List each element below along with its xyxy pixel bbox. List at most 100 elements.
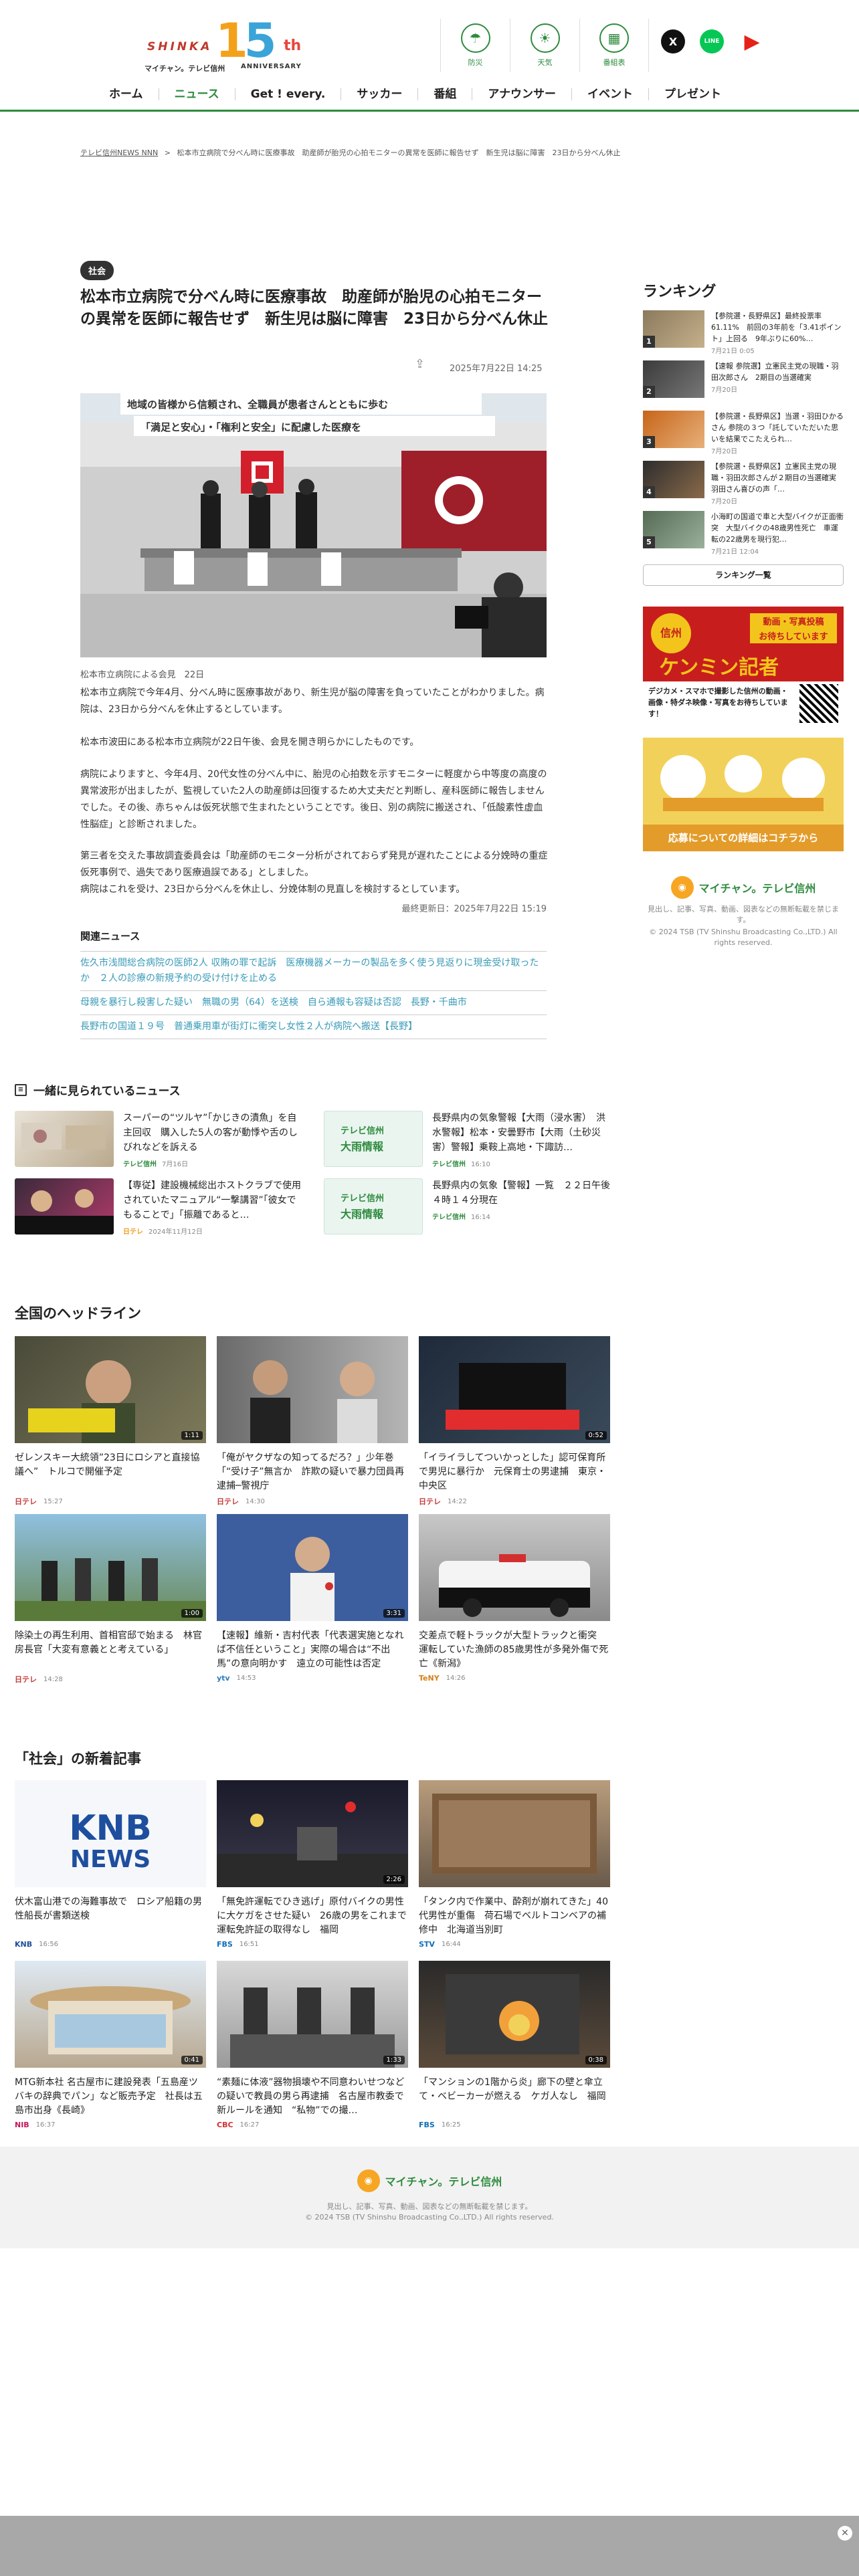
wooden-sign-illustration	[432, 1794, 597, 1874]
kenmin-kisha-banner[interactable]: 信州 動画・写真投稿 お待ちしています ケンミン記者 デジカメ・スマホで撮影した…	[643, 607, 844, 726]
social-card[interactable]: 0:38 「マンションの1階から炎」廊下の壁と傘立て・ベビーカーが燃える ケガ人…	[419, 1961, 610, 2129]
social-card[interactable]: 2:26 「無免許運転でひき逃げ」原付バイクの男性に大ケガをさせた疑い 26歳の…	[217, 1780, 408, 1949]
close-icon[interactable]: ✕	[838, 2526, 852, 2541]
ranking-text: 【参院選・長野県区】最終投票率61.11% 前回の3年前を「3.41ポイント」上…	[711, 310, 844, 357]
nav-news[interactable]: ニュース	[158, 88, 235, 100]
news-time: 16:10	[471, 1161, 490, 1168]
header-link-schedule[interactable]: ▦ 番組表	[579, 19, 649, 72]
header-link-label: 番組表	[603, 58, 626, 67]
news-thumbnail: 0:38	[419, 1961, 610, 2068]
header-link-weather[interactable]: ☀ 天気	[510, 19, 579, 72]
nav-get-every[interactable]: Get ! every.	[234, 88, 341, 100]
related-link[interactable]: 母親を暴行し殺害した疑い 無職の男（64）を送検 自ら通報も容疑は否認 長野・千…	[80, 991, 547, 1015]
news-card[interactable]: テレビ信州 大雨情報 長野県内の気象警報【大雨（浸水害） 洪水警報】松本・安曇野…	[324, 1111, 611, 1172]
night-car-illustration	[446, 1363, 579, 1430]
related-link[interactable]: 長野市の国道１９号 普通乗用車が街灯に衝突し女性２人が病院へ搬送【長野】	[80, 1015, 547, 1039]
footer-logo-text: マイチャン。テレビ信州	[385, 2175, 502, 2188]
news-meta: 日テレ 14:28	[15, 1674, 206, 1685]
site-logo[interactable]: SHINKA マイチャン。テレビ信州 15 th ANNIVERSARY	[143, 15, 310, 75]
national-card[interactable]: 「俺がヤクザなの知ってるだろ？」少年巻「“受け子”無言か 詐欺の疑いで暴力団員再…	[217, 1336, 408, 1507]
footer-logo[interactable]: ◉ マイチャン。テレビ信州	[357, 2169, 502, 2192]
ranking-item[interactable]: 4 【参院選・長野県区】立憲民主党の現職・羽田次郎さんが２期目の当選確実 羽田さ…	[643, 461, 844, 508]
news-thumbnail: 1:00	[15, 1514, 206, 1621]
seealso-heading-text: 一緒に見られているニュース	[33, 1085, 181, 1098]
news-thumbnail	[419, 1514, 610, 1621]
footer-copyright: © 2024 TSB (TV Shinshu Broadcasting Co.,…	[305, 2213, 554, 2222]
news-thumbnail: 1:11	[15, 1336, 206, 1443]
ranking-title: 小海町の国道で車と大型バイクが正面衝突 大型バイクの48歳男性死亡 車運転の22…	[711, 512, 844, 544]
ranking-date: 7月20日	[711, 448, 738, 455]
national-card[interactable]: 0:52 「イライラしてついかっとした」認可保育所で男児に暴行か 元保育士の男逮…	[419, 1336, 610, 1507]
video-duration: 0:52	[585, 1431, 607, 1440]
nav-soccer[interactable]: サッカー	[341, 88, 417, 100]
related-list: 佐久市浅間総合病院の医師2人 収賄の罪で起訴 医療機器メーカーの製品を多く使う見…	[80, 951, 547, 1039]
related-link[interactable]: 佐久市浅間総合病院の医師2人 収賄の罪で起訴 医療機器メーカーの製品を多く使う見…	[80, 952, 547, 991]
source-label: ytv	[217, 1674, 230, 1683]
speaker-illustration	[290, 1537, 335, 1621]
news-thumbnail	[15, 1111, 114, 1167]
news-card[interactable]: 【専従】建設機械総出ホストクラブで使用されていたマニュアル“一撃講習”「彼女でも…	[15, 1178, 302, 1240]
youtube-icon[interactable]: ▶	[739, 29, 765, 53]
ranking-heading: ランキング	[643, 284, 717, 300]
ad-body: デジカメ・スマホで撮影した信州の動画・画像・特ダネ映像・写真をお待ちしています！	[648, 687, 788, 718]
national-card[interactable]: 1:11 ゼレンスキー大統領”23日にロシアと直接協議へ” トルコで開催予定 日…	[15, 1336, 206, 1507]
header-link-bousai[interactable]: ☂ 防災	[440, 19, 510, 72]
news-card[interactable]: スーパーの“ツルヤ”「かじきの漬魚」を自主回収 購入した5人の客が動悸や舌のしび…	[15, 1111, 302, 1172]
ranking-more-button[interactable]: ランキング一覧	[643, 564, 844, 586]
ranking-thumbnail: 2	[643, 360, 704, 398]
news-card[interactable]: テレビ信州 大雨情報 長野県内の気象【警報】一覧 ２２日午後４時１４分現在 テレ…	[324, 1178, 611, 1235]
social-card[interactable]: 1:33 “素麺に体液”器物損壊や不同意わいせつなどの疑いで教員の男ら再逮捕 名…	[217, 1961, 408, 2129]
national-heading: 全国のヘッドライン	[15, 1305, 141, 1321]
ranking-title: 【参院選・長野県区】立憲民主党の現職・羽田次郎さんが２期目の当選確実 羽田さん喜…	[711, 462, 844, 494]
video-duration: 0:38	[585, 2056, 607, 2064]
news-time: 16:37	[35, 2121, 56, 2129]
news-thumbnail: 0:52	[419, 1336, 610, 1443]
ranking-item[interactable]: 3 【参院選・長野県区】当選・羽田ひかるさん 参院の３つ「託していただいた思いを…	[643, 411, 844, 457]
article-paragraph: 松本市波田にある松本市立病院が22日午後、会見を開き明らかにしたものです。	[80, 737, 419, 748]
footer-logo[interactable]: ◉ マイチャン。テレビ信州	[670, 876, 816, 899]
news-time: 14:28	[43, 1675, 63, 1683]
ranking-title: 【速報 参院選】立憲民主党の現職・羽田次郎さん 2期目の当選確実	[711, 362, 839, 382]
category-badge[interactable]: 社会	[80, 261, 114, 280]
updated-date: 最終更新日：2025年7月22日 15:19	[401, 904, 547, 914]
news-time: 14:53	[236, 1675, 256, 1682]
ranking-date: 7月20日	[711, 387, 738, 394]
ad-prefix: 信州	[651, 613, 691, 653]
photo-caption: 松本市立病院による会見 22日	[80, 670, 205, 680]
national-card[interactable]: 交差点で軽トラックが大型トラックと衝突 運転していた漁師の85歳男性が多発外傷で…	[419, 1514, 610, 1683]
national-card[interactable]: 3:31 【速報】維新・吉村代表「代表選実施となれば不信任ということ」実際の場合…	[217, 1514, 408, 1683]
logo-sub: マイチャン。テレビ信州	[145, 64, 225, 73]
ranking-item[interactable]: 2 【速報 参院選】立憲民主党の現職・羽田次郎さん 2期目の当選確実 7月20日	[643, 360, 844, 398]
nav-programs[interactable]: 番組	[417, 88, 472, 100]
thumb-label: テレビ信州	[341, 1126, 385, 1136]
ranking-item[interactable]: 1 【参院選・長野県区】最終投票率61.11% 前回の3年前を「3.41ポイント…	[643, 310, 844, 357]
building-illustration	[30, 1986, 191, 2054]
logo-15: 15	[215, 13, 276, 68]
video-duration: 1:11	[181, 1431, 203, 1440]
ranking-item[interactable]: 5 小海町の国道で車と大型バイクが正面衝突 大型バイクの48歳男性死亡 車運転の…	[643, 511, 844, 558]
social-card[interactable]: 0:41 MTG新本社 名古屋市に建設発表「五島産ツバキの辞典でパン」など販売予…	[15, 1961, 206, 2129]
line-icon[interactable]: LINE	[700, 29, 724, 53]
news-card-text: 長野県内の気象警報【大雨（浸水害） 洪水警報】松本・安曇野市【大雨（土砂災害）警…	[432, 1111, 611, 1172]
grid-icon: ▦	[599, 23, 629, 53]
breadcrumb-home[interactable]: テレビ信州NEWS NNN	[80, 148, 158, 157]
national-title: 「俺がヤクザなの知ってるだろ？」少年巻「“受け子”無言か 詐欺の疑いで暴力団員再…	[217, 1453, 405, 1491]
banner-text: 地域の皆様から信頼され、全職員が患者さんとともに歩む	[127, 399, 389, 411]
social-card[interactable]: 「タンク内で作業中、酔剤が崩れてきた」40代男性が重傷 荷石場でベルトコンベアの…	[419, 1780, 610, 1949]
share-icon[interactable]: ⇪	[415, 357, 425, 371]
nav-home[interactable]: ホーム	[94, 88, 159, 100]
footer-note: 見出し、記事、写真、動画、図表などの無断転載を禁じます。	[326, 2202, 533, 2211]
nav-presents[interactable]: プレゼント	[648, 88, 737, 100]
nav-announcers[interactable]: アナウンサー	[472, 88, 571, 100]
article-photo: 地域の皆様から信頼され、全職員が患者さんとともに歩む 「満足と安心」・「権利と安…	[80, 393, 547, 657]
ad-link: 応募についての詳細はコチラから	[643, 825, 844, 851]
article-date: 2025年7月22日 14:25	[450, 364, 543, 374]
social-card[interactable]: KNB NEWS 伏木富山港での海難事故で ロシア船籍の男性船長が書類送検 KN…	[15, 1780, 206, 1949]
source-label: 日テレ	[15, 1497, 37, 1506]
x-icon[interactable]: X	[661, 29, 685, 53]
header-link-label: 防災	[468, 58, 483, 67]
nav-events[interactable]: イベント	[571, 88, 648, 100]
national-card[interactable]: 1:00 除染土の再生利用、首相官邸で始まる 林官房長官「大変有意義とと考えてい…	[15, 1514, 206, 1685]
bousai-campaign-banner[interactable]: 応募についての詳細はコチラから	[643, 738, 844, 851]
ad-tag: お待ちしています	[750, 628, 837, 643]
